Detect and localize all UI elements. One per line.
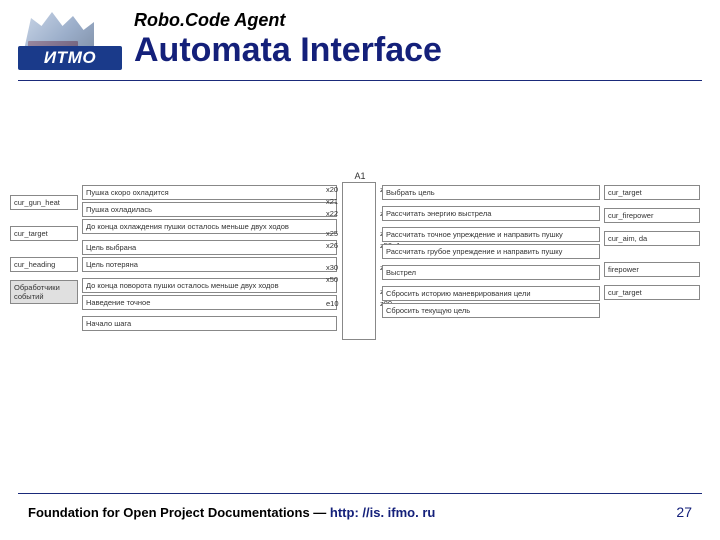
input-box: До конца поворота пушки осталось меньше … — [82, 278, 337, 293]
var-box: cur_gun_heat — [10, 195, 78, 210]
footer-row: Foundation for Open Project Documentatio… — [18, 504, 702, 520]
itmo-logo: ИТМО — [18, 8, 128, 76]
slide-header: ИТМО Robo.Code Agent Automata Interface — [0, 0, 720, 76]
automata-diagram: cur_gun_heat cur_target cur_heading Обра… — [10, 185, 710, 375]
var-box: cur_aim, da — [604, 231, 700, 246]
x-label: x22 — [326, 209, 338, 218]
logo-bar: ИТМО — [18, 46, 122, 70]
output-box: Сбросить текущую цель — [382, 303, 600, 318]
title-block: Robo.Code Agent Automata Interface — [134, 8, 442, 69]
output-box: Рассчитать грубое упреждение и направить… — [382, 244, 600, 259]
input-box: Цель потеряна — [82, 257, 337, 272]
divider-top — [18, 80, 702, 81]
var-box: cur_firepower — [604, 208, 700, 223]
left-vars-column: cur_gun_heat cur_target cur_heading Обра… — [10, 185, 78, 306]
center-column: A1 x20 x21 x22 x25 x26 x30 x50 e10 z30 z… — [342, 171, 378, 340]
right-vars-column: cur_target cur_firepower cur_aim, da fir… — [604, 185, 700, 302]
var-box: cur_target — [604, 285, 700, 300]
footer-link[interactable]: http: //is. ifmo. ru — [330, 505, 435, 520]
x-label: x20 — [326, 185, 338, 194]
x-label: x50 — [326, 275, 338, 284]
var-box: firepower — [604, 262, 700, 277]
slide-footer: Foundation for Open Project Documentatio… — [18, 493, 702, 520]
input-box: Пушка охладилась — [82, 202, 337, 217]
x-label: x30 — [326, 263, 338, 272]
x-label: e10 — [326, 299, 339, 308]
output-box: Рассчитать энергию выстрела — [382, 206, 600, 221]
var-box: cur_target — [10, 226, 78, 241]
outputs-column: Выбрать цель Рассчитать энергию выстрела… — [382, 185, 600, 324]
output-box: Выбрать цель — [382, 185, 600, 200]
divider-bottom — [18, 493, 702, 494]
output-box: Выстрел — [382, 265, 600, 280]
input-box: До конца охлаждения пушки осталось меньш… — [82, 219, 337, 234]
input-box: Пушка скоро охладится — [82, 185, 337, 200]
main-title: Automata Interface — [134, 33, 442, 69]
inputs-column: Пушка скоро охладится Пушка охладилась Д… — [82, 185, 337, 337]
input-box: Начало шага — [82, 316, 337, 331]
x-label: x21 — [326, 197, 338, 206]
sup-title: Robo.Code Agent — [134, 10, 442, 31]
logo-text: ИТМО — [44, 48, 96, 68]
x-label: x25 — [326, 229, 338, 238]
output-box: Сбросить историю маневрирования цели — [382, 286, 600, 301]
page-number: 27 — [676, 504, 692, 520]
var-box: cur_heading — [10, 257, 78, 272]
logo-building-icon — [24, 10, 94, 50]
output-box: Рассчитать точное упреждение и направить… — [382, 227, 600, 242]
var-box: cur_target — [604, 185, 700, 200]
input-box: Наведение точное — [82, 295, 337, 310]
x-label: x26 — [326, 241, 338, 250]
footer-text-wrap: Foundation for Open Project Documentatio… — [28, 505, 435, 520]
automaton-box — [342, 182, 376, 340]
input-box: Цель выбрана — [82, 240, 337, 255]
var-box-events: Обработчики событий — [10, 280, 78, 304]
footer-text: Foundation for Open Project Documentatio… — [28, 505, 330, 520]
automaton-label: A1 — [342, 171, 378, 181]
